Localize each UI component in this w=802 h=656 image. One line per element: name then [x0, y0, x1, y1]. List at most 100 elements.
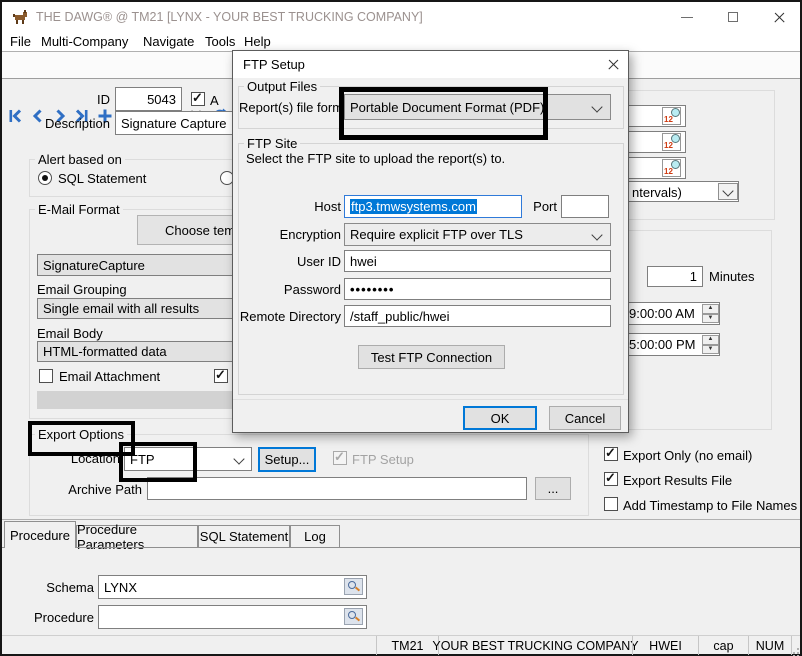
export-only-label: Export Only (no email) — [623, 448, 752, 463]
minutes-label: Minutes — [709, 269, 755, 284]
time-spinner[interactable]: ▲▼ — [702, 304, 719, 323]
menu-tools[interactable]: Tools — [205, 34, 235, 49]
tab-procedure[interactable]: Procedure — [4, 521, 76, 548]
email-body-label: Email Body — [37, 326, 103, 341]
archive-path-field[interactable] — [147, 477, 527, 500]
id-field[interactable]: 5043 — [115, 87, 182, 111]
maximize-button[interactable] — [710, 2, 756, 32]
close-button[interactable] — [756, 2, 800, 32]
browse-button[interactable]: ... — [535, 477, 571, 500]
output-files-title: Output Files — [244, 79, 320, 94]
app-window: THE DAWG® @ TM21 [LYNX - YOUR BEST TRUCK… — [0, 0, 802, 656]
ok-button[interactable]: OK — [463, 406, 537, 430]
ftp-setup-dialog: FTP Setup Output Files Report(s) file fo… — [232, 50, 629, 433]
ok-button-label: OK — [491, 411, 510, 426]
user-id-label: User ID — [238, 254, 341, 269]
tab-sql-statement[interactable]: SQL Statement — [198, 525, 290, 547]
partial-checkbox[interactable] — [214, 369, 228, 383]
export-results-checkbox[interactable] — [604, 472, 618, 486]
alert-group-title: Alert based on — [35, 152, 125, 167]
procedure-field[interactable] — [98, 605, 367, 629]
resize-grip[interactable] — [792, 645, 800, 654]
datetime-picker-icon[interactable]: 12 — [662, 107, 681, 125]
spin-up-icon[interactable]: ▲ — [702, 304, 719, 314]
format-label: Report(s) file format — [239, 100, 354, 115]
menu-help[interactable]: Help — [244, 34, 271, 49]
close-icon — [607, 58, 620, 71]
status-user: HWEI — [632, 636, 698, 655]
test-ftp-connection-button[interactable]: Test FTP Connection — [358, 345, 505, 369]
format-combo[interactable]: Portable Document Format (PDF) — [344, 94, 611, 120]
password-label: Password — [238, 282, 341, 297]
remote-directory-field[interactable]: /staff_public/hwei — [344, 305, 611, 327]
ftp-site-description: Select the FTP site to upload the report… — [246, 151, 505, 166]
minimize-button[interactable] — [664, 2, 710, 32]
dialog-footer-divider — [233, 399, 628, 400]
setup-button-label: Setup... — [265, 452, 310, 467]
choose-template-label: Choose temp — [165, 223, 242, 238]
status-app: TM21 — [376, 636, 438, 655]
format-value: Portable Document Format (PDF) — [350, 100, 544, 115]
start-time-value: 9:00:00 AM — [629, 306, 695, 321]
spin-down-icon[interactable]: ▼ — [702, 314, 719, 324]
email-grouping-label: Email Grouping — [37, 282, 127, 297]
spin-down-icon[interactable]: ▼ — [702, 345, 719, 355]
active-partial-label: A — [210, 93, 219, 108]
chevron-down-icon — [591, 229, 602, 240]
user-id-field[interactable]: hwei — [344, 250, 611, 272]
ftp-site-title: FTP Site — [244, 136, 300, 151]
status-capslock: cap — [698, 636, 748, 655]
datetime-picker-icon[interactable]: 12 — [662, 159, 681, 177]
status-numlock: NUM — [748, 636, 792, 655]
tab-sql-statement-label: SQL Statement — [200, 529, 288, 544]
location-combo[interactable]: FTP — [124, 447, 252, 471]
procedure-lookup-icon[interactable] — [344, 608, 363, 625]
schema-lookup-icon[interactable] — [344, 578, 363, 595]
spin-up-icon[interactable]: ▲ — [702, 335, 719, 345]
add-timestamp-label: Add Timestamp to File Names — [623, 498, 797, 513]
time-spinner[interactable]: ▲▼ — [702, 335, 719, 354]
port-label: Port — [529, 199, 557, 214]
first-record-icon[interactable] — [5, 104, 26, 127]
app-screenshot: THE DAWG® @ TM21 [LYNX - YOUR BEST TRUCK… — [0, 0, 802, 656]
port-field[interactable] — [561, 195, 609, 218]
add-timestamp-checkbox[interactable] — [604, 497, 618, 511]
password-value-masked: •••••••• — [350, 282, 394, 297]
active-checkbox[interactable] — [191, 92, 205, 106]
title-bar: THE DAWG® @ TM21 [LYNX - YOUR BEST TRUCK… — [2, 2, 800, 32]
archive-path-label: Archive Path — [62, 482, 142, 497]
encryption-combo[interactable]: Require explicit FTP over TLS — [344, 223, 611, 246]
user-id-value: hwei — [350, 254, 377, 269]
email-attachment-checkbox[interactable] — [39, 369, 53, 383]
dialog-close-button[interactable] — [599, 51, 628, 78]
menu-navigate[interactable]: Navigate — [143, 34, 194, 49]
menu-file[interactable]: File — [10, 34, 31, 49]
tab-log[interactable]: Log — [290, 525, 340, 547]
setup-button[interactable]: Setup... — [258, 447, 316, 472]
ftp-setup-label: FTP Setup — [352, 452, 414, 467]
ftp-setup-checkbox — [333, 451, 347, 465]
datetime-picker-icon[interactable]: 12 — [662, 133, 681, 151]
description-label: Description — [30, 116, 110, 131]
cancel-button[interactable]: Cancel — [549, 406, 621, 430]
cancel-button-label: Cancel — [565, 411, 605, 426]
close-icon — [773, 11, 786, 24]
host-label: Host — [238, 199, 341, 214]
window-title: THE DAWG® @ TM21 [LYNX - YOUR BEST TRUCK… — [36, 10, 423, 24]
sql-statement-label: SQL Statement — [58, 171, 146, 186]
id-label: ID — [72, 92, 110, 107]
combo-dropdown-button[interactable] — [718, 183, 738, 200]
export-only-checkbox[interactable] — [604, 447, 618, 461]
dialog-title: FTP Setup — [243, 57, 305, 72]
chevron-down-icon — [722, 185, 733, 196]
email-format-title: E-Mail Format — [35, 202, 123, 217]
schema-field[interactable]: LYNX — [98, 575, 367, 599]
minutes-field[interactable]: 1 — [647, 266, 703, 287]
host-field[interactable]: ftp3.tmwsystems.com — [344, 195, 522, 218]
tab-strip-line — [2, 547, 800, 548]
schema-value: LYNX — [104, 580, 137, 595]
tab-procedure-parameters[interactable]: Procedure Parameters — [76, 525, 198, 547]
menu-multi-company[interactable]: Multi-Company — [41, 34, 128, 49]
password-field[interactable]: •••••••• — [344, 278, 611, 300]
sql-statement-radio[interactable] — [38, 171, 52, 185]
